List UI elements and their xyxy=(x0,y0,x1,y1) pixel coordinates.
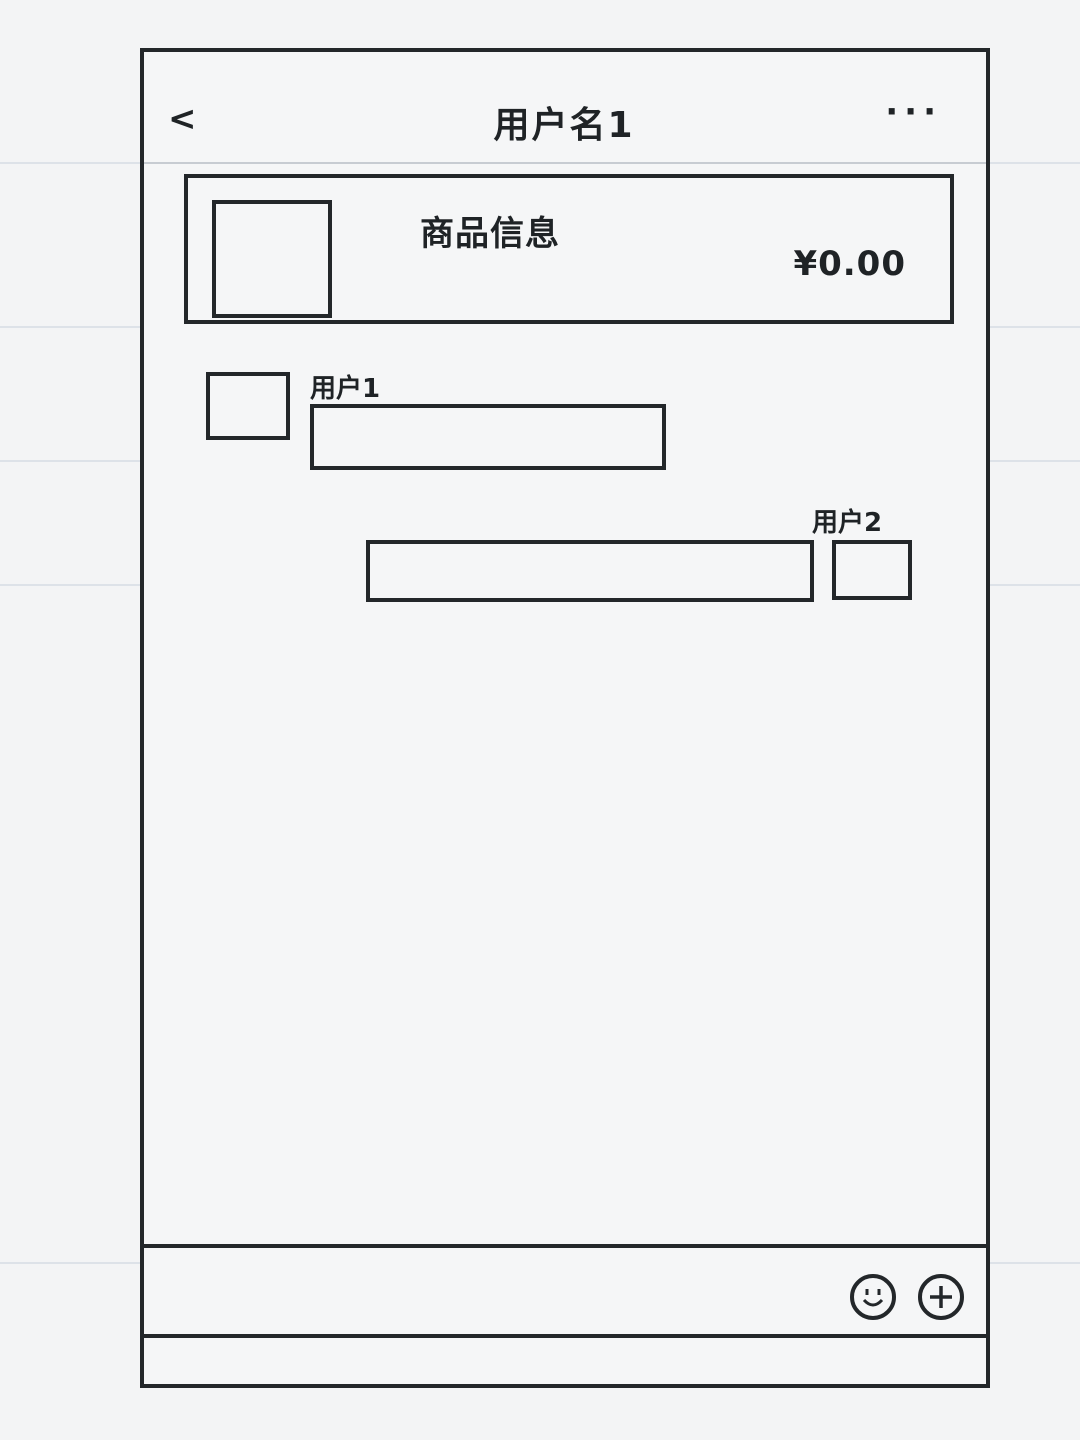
avatar[interactable] xyxy=(206,372,290,440)
message-sender: 用户1 xyxy=(310,374,381,404)
avatar[interactable] xyxy=(832,540,912,600)
back-icon[interactable]: < xyxy=(168,102,197,136)
message-bubble[interactable] xyxy=(366,540,814,602)
message-input-bar[interactable] xyxy=(144,1244,986,1338)
product-image xyxy=(212,200,332,318)
message-bubble[interactable] xyxy=(310,404,666,470)
chat-screen: < 用户名1 ··· 商品信息 ¥0.00 用户1 用户2 xyxy=(140,48,990,1388)
chat-header: < 用户名1 ··· xyxy=(144,52,986,164)
more-icon[interactable]: ··· xyxy=(885,92,942,132)
product-card[interactable]: 商品信息 ¥0.00 xyxy=(184,174,954,324)
product-info: 商品信息 xyxy=(420,214,560,254)
emoji-icon[interactable] xyxy=(850,1274,896,1320)
page-title: 用户名1 xyxy=(493,105,635,146)
message-sender: 用户2 xyxy=(812,508,883,538)
plus-icon[interactable] xyxy=(918,1274,964,1320)
product-price: ¥0.00 xyxy=(793,244,906,284)
